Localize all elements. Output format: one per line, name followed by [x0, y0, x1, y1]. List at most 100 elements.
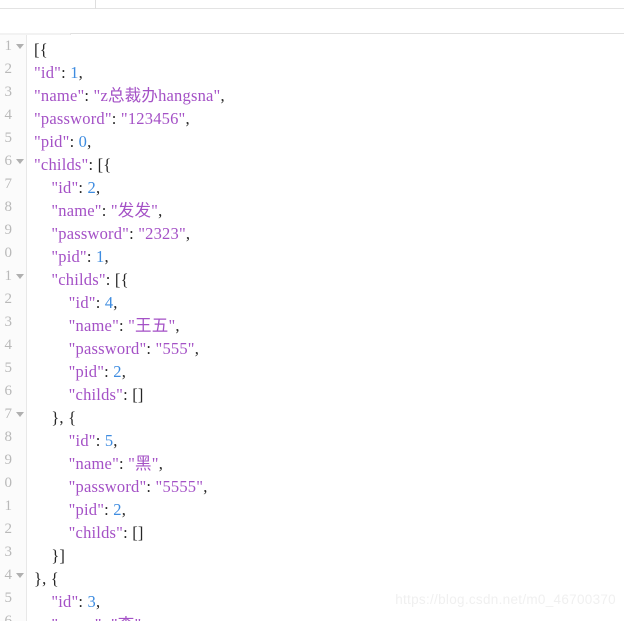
code-line[interactable]: }, { [34, 406, 624, 429]
code-line[interactable]: "pid": 2, [34, 360, 624, 383]
fold-arrow-down-icon[interactable] [16, 573, 24, 578]
json-string-value: "2323" [138, 224, 186, 243]
code-line[interactable]: "pid": 0, [34, 130, 624, 153]
json-punctuation: , [78, 63, 83, 82]
code-line[interactable]: "password": "555", [34, 337, 624, 360]
json-key: "id" [34, 63, 62, 82]
code-line[interactable]: "id": 3, [34, 590, 624, 613]
code-line[interactable]: "name": "王五", [34, 314, 624, 337]
line-number-row[interactable]: 8 [0, 426, 26, 449]
code-line[interactable]: }] [34, 544, 624, 567]
code-line[interactable]: "childs": [] [34, 521, 624, 544]
json-number-value: 1 [70, 63, 79, 82]
json-key: "name" [68, 454, 120, 473]
code-line[interactable]: "pid": 2, [34, 498, 624, 521]
line-number-row[interactable]: 3 [0, 81, 26, 104]
line-number-gutter[interactable]: 123456789012345678901234567 [0, 35, 27, 621]
json-punctuation: : [{ [88, 155, 112, 174]
line-number-row[interactable]: 5 [0, 357, 26, 380]
line-number-row[interactable]: 1 [0, 35, 26, 58]
code-line[interactable]: "name": "z总裁办hangsna", [34, 84, 624, 107]
code-line[interactable]: "childs": [{ [34, 153, 624, 176]
code-content[interactable]: [{"id": 1, "name": "z总裁办hangsna", "passwor… [28, 35, 624, 621]
code-line[interactable]: "password": "2323", [34, 222, 624, 245]
json-key: "name" [51, 201, 102, 220]
line-number-row[interactable]: 2 [0, 288, 26, 311]
json-key: "pid" [34, 132, 70, 151]
code-line[interactable]: "password": "5555", [34, 475, 624, 498]
line-number-row[interactable]: 3 [0, 541, 26, 564]
line-number-row[interactable]: 6 [0, 150, 26, 173]
code-line[interactable]: "id": 1, [34, 61, 624, 84]
code-line[interactable]: "name": "黑", [34, 452, 624, 475]
line-number-row[interactable]: 0 [0, 472, 26, 495]
json-string-value: "123456" [120, 109, 186, 128]
line-number: 2 [4, 61, 13, 77]
code-line[interactable]: [{ [34, 38, 624, 61]
line-number-row[interactable]: 7 [0, 403, 26, 426]
json-key: "password" [34, 109, 112, 128]
browser-tab-strip [0, 0, 624, 9]
line-number: 4 [4, 337, 13, 353]
line-number-row[interactable]: 1 [0, 265, 26, 288]
code-line[interactable]: "password": "123456", [34, 107, 624, 130]
code-line[interactable]: "id": 4, [34, 291, 624, 314]
code-line[interactable]: "pid": 1, [34, 245, 624, 268]
browser-toolbar [0, 9, 624, 34]
line-number-row[interactable]: 9 [0, 219, 26, 242]
json-string-value: "李" [111, 615, 142, 621]
line-number: 6 [4, 613, 13, 621]
code-line[interactable]: "childs": [{ [34, 268, 624, 291]
line-number-row[interactable]: 5 [0, 587, 26, 610]
json-string-value: "黑" [128, 454, 159, 473]
line-number-row[interactable]: 8 [0, 196, 26, 219]
line-number: 4 [4, 567, 13, 583]
json-editor[interactable]: 123456789012345678901234567 [{"id": 1,"n… [0, 35, 624, 621]
line-number-row[interactable]: 5 [0, 127, 26, 150]
line-number-row[interactable]: 9 [0, 449, 26, 472]
json-punctuation: : [146, 477, 156, 496]
line-number-row[interactable]: 1 [0, 495, 26, 518]
fold-arrow-down-icon[interactable] [16, 159, 24, 164]
code-line[interactable]: "childs": [] [34, 383, 624, 406]
line-number-row[interactable]: 6 [0, 610, 26, 621]
code-line[interactable]: "name": "李", [34, 613, 624, 621]
json-number-value: 2 [113, 362, 122, 381]
json-punctuation: [{ [34, 40, 48, 59]
line-number-row[interactable]: 4 [0, 564, 26, 587]
line-number-row[interactable]: 0 [0, 242, 26, 265]
json-punctuation: , [113, 293, 118, 312]
line-number: 0 [4, 245, 13, 261]
json-number-value: 5 [104, 431, 114, 450]
line-number-row[interactable]: 2 [0, 518, 26, 541]
json-punctuation: : [95, 431, 105, 450]
code-line[interactable]: "id": 5, [34, 429, 624, 452]
fold-arrow-down-icon[interactable] [16, 44, 24, 49]
code-line[interactable]: }, { [34, 567, 624, 590]
json-punctuation: , [121, 362, 127, 381]
json-punctuation: , [158, 454, 164, 473]
line-number: 9 [4, 222, 13, 238]
code-line[interactable]: "name": "发发", [34, 199, 624, 222]
line-number-row[interactable]: 2 [0, 58, 26, 81]
code-line[interactable]: "id": 2, [34, 176, 624, 199]
json-key: "name" [68, 316, 120, 335]
line-number-row[interactable]: 4 [0, 104, 26, 127]
line-number-row[interactable]: 6 [0, 380, 26, 403]
json-punctuation: : [69, 132, 79, 151]
line-number-row[interactable]: 7 [0, 173, 26, 196]
line-number-row[interactable]: 4 [0, 334, 26, 357]
line-number-row[interactable]: 3 [0, 311, 26, 334]
json-punctuation: : [101, 201, 111, 220]
json-punctuation: , [95, 178, 101, 197]
fold-arrow-down-icon[interactable] [16, 274, 24, 279]
fold-arrow-down-icon[interactable] [16, 412, 24, 417]
